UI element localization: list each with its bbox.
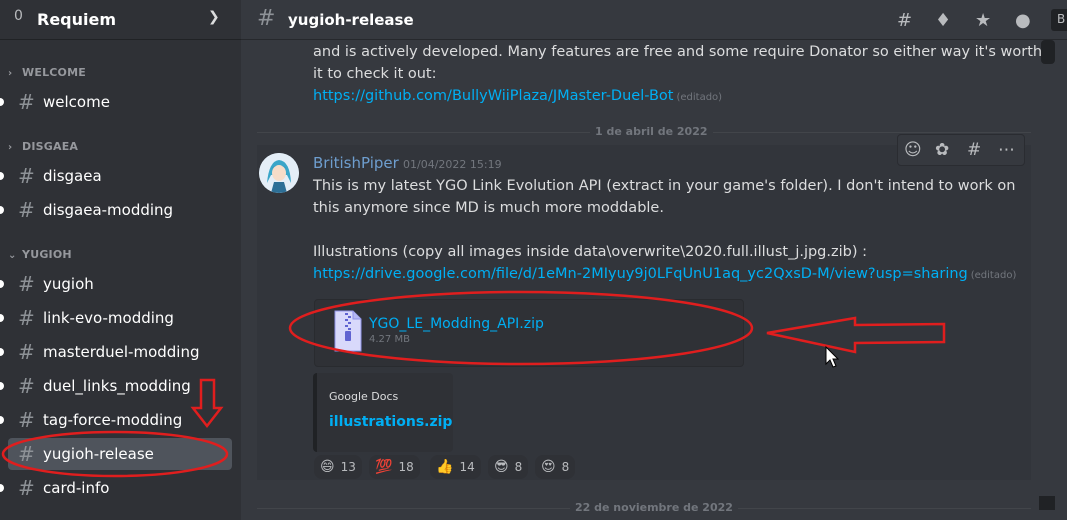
annotation-arrow-down: [190, 378, 224, 429]
mouse-cursor-icon: [825, 345, 840, 368]
annotation-circle-attachment: [288, 290, 754, 366]
annotation-overlay: [1, 290, 946, 478]
annotation-arrow-left: [766, 316, 946, 354]
annotation-circle-channel: [1, 430, 229, 478]
